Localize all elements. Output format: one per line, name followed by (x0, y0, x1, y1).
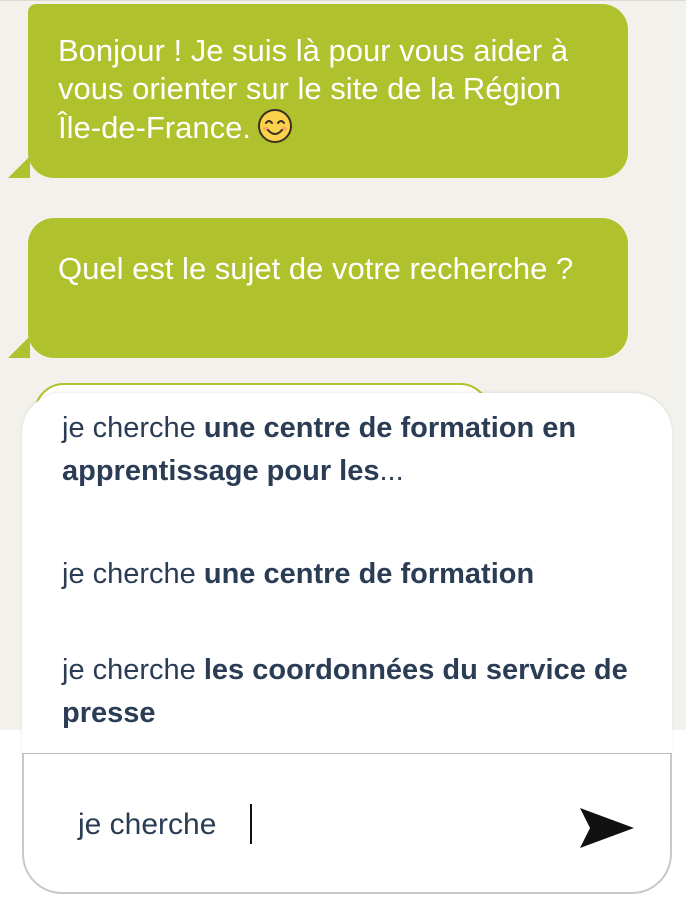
suggestion-prefix: je cherche (62, 558, 204, 590)
top-divider (0, 0, 686, 1)
send-arrow-icon[interactable] (576, 802, 638, 854)
bot-message-greeting-text: Bonjour ! Je suis là pour vous aider à v… (58, 33, 569, 145)
suggestion-prefix: je cherche (62, 654, 204, 686)
text-cursor (250, 804, 252, 844)
bot-message-question-text: Quel est le sujet de votre recherche ? (58, 251, 574, 286)
chat-input-container: je cherche (22, 753, 672, 894)
suggestion-prefix: je cherche (62, 412, 204, 444)
suggestion-item[interactable]: je cherche les coordonnées du service de… (62, 649, 642, 735)
autocomplete-suggestions-panel: je cherche une centre de formation en ap… (22, 393, 672, 755)
bot-message-greeting: Bonjour ! Je suis là pour vous aider à v… (8, 4, 628, 178)
suggestion-ellipsis: ... (379, 455, 404, 487)
chat-input[interactable]: je cherche (78, 806, 518, 844)
bot-message-question: Quel est le sujet de votre recherche ? (8, 218, 628, 358)
suggestion-item[interactable]: je cherche une centre de formation en ap… (62, 407, 642, 493)
smiling-face-emoji-icon (257, 109, 292, 143)
suggestion-highlight: une centre de formation (203, 558, 535, 590)
suggestion-item[interactable]: je cherche une centre de formation (62, 553, 642, 596)
